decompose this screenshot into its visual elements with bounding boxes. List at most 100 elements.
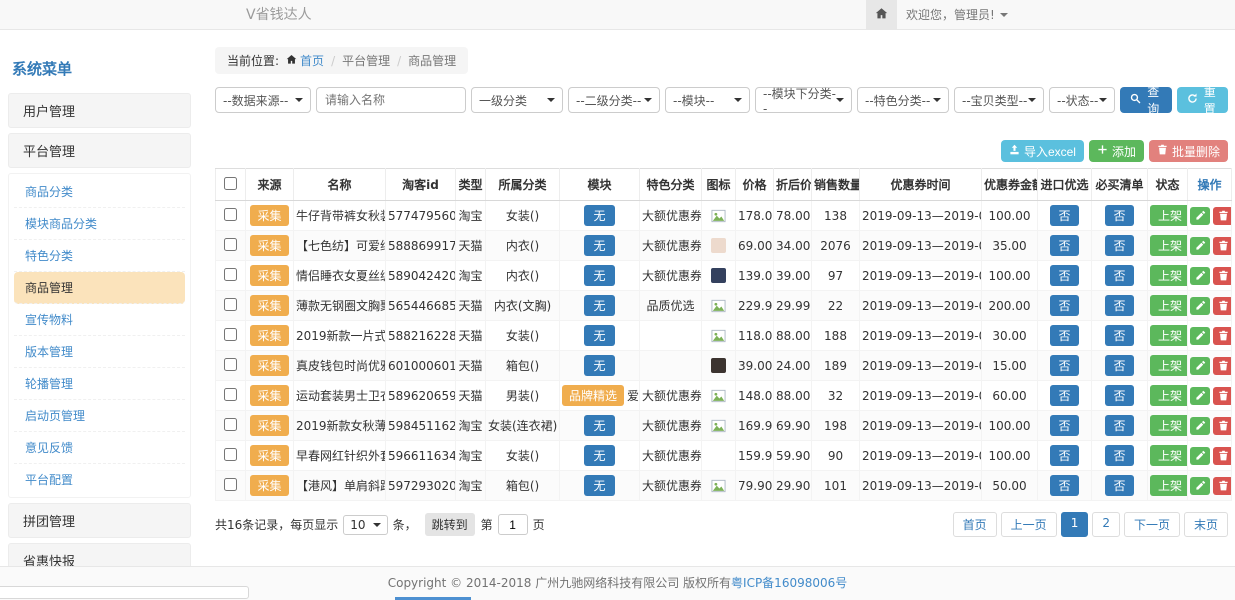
submenu-item[interactable]: 轮播管理 — [14, 368, 185, 400]
delete-button[interactable] — [1213, 447, 1232, 465]
edit-button[interactable] — [1190, 327, 1210, 345]
status-select[interactable]: --状态-- — [1049, 87, 1115, 113]
module-badge[interactable]: 无 — [584, 205, 614, 226]
delete-button[interactable] — [1213, 417, 1232, 435]
row-checkbox[interactable] — [224, 268, 237, 281]
pager-item[interactable]: 上一页 — [1001, 512, 1057, 537]
module-badge[interactable]: 品牌精选 — [562, 385, 624, 406]
row-checkbox[interactable] — [224, 238, 237, 251]
reset-button[interactable]: 重置 — [1177, 87, 1229, 113]
import-select-toggle[interactable]: 否 — [1050, 235, 1078, 256]
must-buy-toggle[interactable]: 否 — [1105, 325, 1133, 346]
product-name-input[interactable] — [316, 87, 466, 113]
item-type-select[interactable]: --宝贝类型-- — [954, 87, 1044, 113]
edit-button[interactable] — [1190, 477, 1210, 495]
must-buy-toggle[interactable]: 否 — [1105, 295, 1133, 316]
submenu-item[interactable]: 特色分类 — [14, 240, 185, 272]
level2-category-select[interactable]: --二级分类-- — [568, 87, 660, 113]
status-button[interactable]: 上架 — [1150, 235, 1188, 256]
submenu-item[interactable]: 宣传物料 — [14, 304, 185, 336]
module-badge[interactable]: 无 — [584, 235, 614, 256]
import-select-toggle[interactable]: 否 — [1050, 355, 1078, 376]
level1-category-select[interactable]: 一级分类 — [471, 87, 563, 113]
import-select-toggle[interactable]: 否 — [1050, 385, 1078, 406]
pager-item[interactable]: 末页 — [1184, 512, 1228, 537]
module-badge[interactable]: 无 — [584, 445, 614, 466]
select-all-checkbox[interactable] — [224, 177, 237, 190]
edit-button[interactable] — [1190, 447, 1210, 465]
search-button[interactable]: 查询 — [1120, 87, 1172, 113]
pager-item[interactable]: 1 — [1061, 512, 1089, 537]
delete-button[interactable] — [1213, 207, 1232, 225]
delete-button[interactable] — [1213, 357, 1232, 375]
submenu-item[interactable]: 版本管理 — [14, 336, 185, 368]
submenu-item[interactable]: 启动页管理 — [14, 400, 185, 432]
add-button[interactable]: 添加 — [1089, 140, 1144, 162]
jump-button[interactable]: 跳转到 — [425, 513, 475, 536]
import-select-toggle[interactable]: 否 — [1050, 205, 1078, 226]
import-select-toggle[interactable]: 否 — [1050, 325, 1078, 346]
import-select-toggle[interactable]: 否 — [1050, 445, 1078, 466]
batch-delete-button[interactable]: 批量删除 — [1149, 140, 1228, 162]
home-button[interactable] — [866, 0, 897, 29]
pager-item[interactable]: 2 — [1092, 512, 1120, 537]
module-badge[interactable]: 无 — [584, 295, 614, 316]
must-buy-toggle[interactable]: 否 — [1105, 355, 1133, 376]
edit-button[interactable] — [1190, 237, 1210, 255]
submenu-item[interactable]: 平台配置 — [14, 464, 185, 495]
must-buy-toggle[interactable]: 否 — [1105, 475, 1133, 496]
edit-button[interactable] — [1190, 297, 1210, 315]
status-button[interactable]: 上架 — [1150, 205, 1188, 226]
pager-item[interactable]: 首页 — [953, 512, 997, 537]
must-buy-toggle[interactable]: 否 — [1105, 445, 1133, 466]
delete-button[interactable] — [1213, 297, 1232, 315]
sidebar-group-item[interactable]: 用户管理 — [8, 93, 191, 128]
import-select-toggle[interactable]: 否 — [1050, 295, 1078, 316]
data-source-select[interactable]: --数据来源-- — [215, 87, 311, 113]
must-buy-toggle[interactable]: 否 — [1105, 205, 1133, 226]
delete-button[interactable] — [1213, 477, 1232, 495]
submenu-item[interactable]: 意见反馈 — [14, 432, 185, 464]
status-button[interactable]: 上架 — [1150, 325, 1188, 346]
edit-button[interactable] — [1190, 267, 1210, 285]
submenu-item[interactable]: 商品管理 — [14, 272, 185, 304]
sidebar-group-item[interactable]: 平台管理 — [8, 133, 191, 168]
row-checkbox[interactable] — [224, 478, 237, 491]
import-select-toggle[interactable]: 否 — [1050, 475, 1078, 496]
must-buy-toggle[interactable]: 否 — [1105, 415, 1133, 436]
breadcrumb-home-link[interactable]: 首页 — [286, 52, 324, 69]
import-select-toggle[interactable]: 否 — [1050, 415, 1078, 436]
edit-button[interactable] — [1190, 207, 1210, 225]
jump-page-input[interactable] — [498, 514, 528, 535]
status-button[interactable]: 上架 — [1150, 265, 1188, 286]
must-buy-toggle[interactable]: 否 — [1105, 385, 1133, 406]
row-checkbox[interactable] — [224, 298, 237, 311]
import-select-toggle[interactable]: 否 — [1050, 265, 1078, 286]
status-button[interactable]: 上架 — [1150, 475, 1188, 496]
edit-button[interactable] — [1190, 387, 1210, 405]
status-button[interactable]: 上架 — [1150, 385, 1188, 406]
delete-button[interactable] — [1213, 267, 1232, 285]
status-button[interactable]: 上架 — [1150, 415, 1188, 436]
icp-link[interactable]: 粤ICP备16098006号 — [731, 576, 847, 590]
must-buy-toggle[interactable]: 否 — [1105, 235, 1133, 256]
pager-item[interactable]: 下一页 — [1124, 512, 1180, 537]
module-select[interactable]: --模块-- — [665, 87, 750, 113]
submenu-item[interactable]: 商品分类 — [14, 176, 185, 208]
module-subcategory-select[interactable]: --模块下分类-- — [755, 87, 852, 113]
module-badge[interactable]: 无 — [584, 475, 614, 496]
import-excel-button[interactable]: 导入excel — [1001, 140, 1084, 162]
status-button[interactable]: 上架 — [1150, 445, 1188, 466]
sidebar-group-item[interactable]: 拼团管理 — [8, 503, 191, 538]
delete-button[interactable] — [1213, 327, 1232, 345]
row-checkbox[interactable] — [224, 448, 237, 461]
row-checkbox[interactable] — [224, 328, 237, 341]
row-checkbox[interactable] — [224, 418, 237, 431]
module-badge[interactable]: 无 — [584, 325, 614, 346]
feature-category-select[interactable]: --特色分类-- — [857, 87, 949, 113]
edit-button[interactable] — [1190, 357, 1210, 375]
module-badge[interactable]: 无 — [584, 265, 614, 286]
status-button[interactable]: 上架 — [1150, 355, 1188, 376]
status-button[interactable]: 上架 — [1150, 295, 1188, 316]
submenu-item[interactable]: 模块商品分类 — [14, 208, 185, 240]
